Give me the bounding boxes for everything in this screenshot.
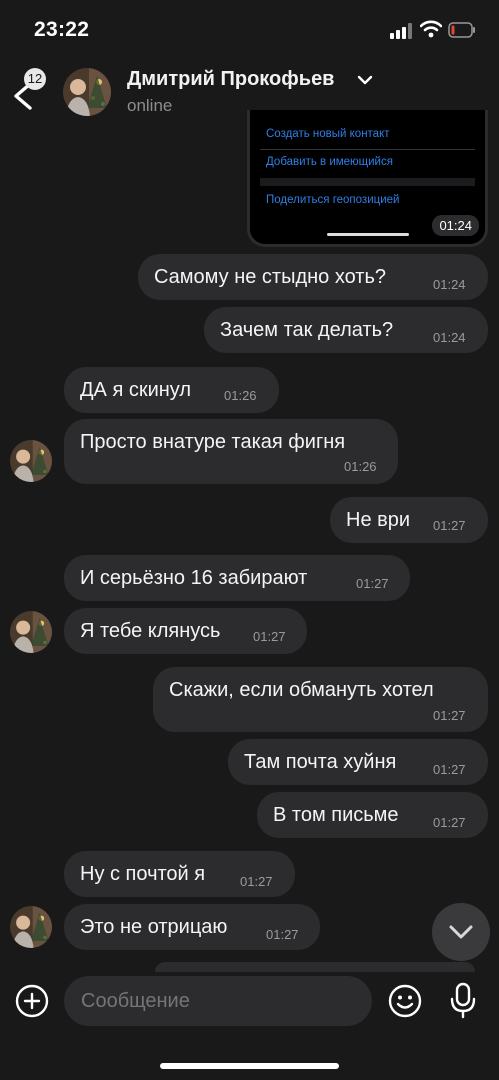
message-bubble-out[interactable]: В том письме 01:27 bbox=[257, 792, 488, 838]
message-bubble-in[interactable]: И серьёзно 16 забирают 01:27 bbox=[64, 555, 410, 601]
wifi-icon bbox=[420, 20, 442, 38]
chevron-down-icon bbox=[449, 925, 473, 939]
message-time: 01:27 bbox=[356, 576, 389, 591]
message-text: Я тебе клянусь bbox=[80, 620, 221, 642]
avatar[interactable] bbox=[10, 906, 52, 948]
message-bubble-out[interactable]: Там почта хуйня 01:27 bbox=[228, 739, 488, 785]
message-text: Это не отрицаю bbox=[80, 916, 228, 938]
message-bubble-out[interactable]: Самому не стыдно хоть? 01:24 bbox=[138, 254, 488, 300]
message-time: 01:24 bbox=[433, 330, 466, 345]
message-bubble-out bbox=[155, 962, 475, 972]
message-text: Зачем так делать? bbox=[220, 319, 394, 341]
message-bubble-out[interactable]: Скажи, если обмануть хотел 01:27 bbox=[153, 667, 488, 732]
message-text: Там почта хуйня bbox=[244, 751, 397, 773]
message-time: 01:24 bbox=[432, 215, 479, 236]
card-item-share-location: Поделиться геопозицией bbox=[266, 194, 400, 206]
card-menu: Создать новый контакт Добавить в имеющий… bbox=[260, 120, 475, 230]
message-text: Скажи, если обмануть хотел bbox=[169, 679, 434, 701]
image-message[interactable]: Создать новый контакт Добавить в имеющий… bbox=[247, 110, 488, 247]
chevron-down-icon[interactable] bbox=[357, 74, 373, 86]
home-indicator bbox=[160, 1063, 339, 1069]
message-text: Не ври bbox=[346, 509, 411, 531]
message-bubble-in[interactable]: Это не отрицаю 01:27 bbox=[64, 904, 320, 950]
message-text: Самому не стыдно хоть? bbox=[154, 266, 387, 288]
message-bubble-in[interactable]: ДА я скинул 01:26 bbox=[64, 367, 279, 413]
avatar[interactable] bbox=[10, 440, 52, 482]
message-time: 01:27 bbox=[266, 927, 299, 942]
divider bbox=[260, 149, 475, 150]
home-indicator bbox=[327, 233, 409, 236]
message-text: И серьёзно 16 забирают bbox=[80, 567, 308, 589]
message-time: 01:27 bbox=[433, 708, 466, 723]
message-bubble-in[interactable]: Просто внатуре такая фигня 01:26 bbox=[64, 419, 398, 484]
divider bbox=[260, 178, 475, 186]
avatar[interactable] bbox=[10, 611, 52, 653]
message-time: 01:27 bbox=[240, 874, 273, 889]
message-input[interactable] bbox=[64, 976, 372, 1026]
message-time: 01:27 bbox=[253, 629, 286, 644]
contact-status: online bbox=[127, 96, 173, 115]
contact-name[interactable]: Дмитрий Прокофьев bbox=[127, 68, 334, 91]
message-time: 01:27 bbox=[433, 815, 466, 830]
plus-icon[interactable] bbox=[15, 984, 49, 1018]
message-bubble-in[interactable]: Ну с почтой я 01:27 bbox=[64, 851, 295, 897]
message-time: 01:26 bbox=[344, 459, 377, 474]
unread-badge: 12 bbox=[24, 68, 46, 90]
message-time: 01:27 bbox=[433, 518, 466, 533]
message-time: 01:27 bbox=[433, 762, 466, 777]
message-bubble-in[interactable]: Я тебе клянусь 01:27 bbox=[64, 608, 307, 654]
avatar[interactable] bbox=[63, 68, 111, 116]
signal-icon bbox=[390, 23, 412, 39]
message-time: 01:24 bbox=[433, 277, 466, 292]
message-bubble-out[interactable]: Зачем так делать? 01:24 bbox=[204, 307, 488, 353]
microphone-icon[interactable] bbox=[448, 982, 478, 1020]
message-text: В том письме bbox=[273, 804, 399, 826]
battery-icon bbox=[448, 22, 475, 38]
card-item-add-existing: Добавить в имеющийся bbox=[266, 156, 393, 168]
message-text: Просто внатуре такая фигня bbox=[80, 431, 346, 453]
card-item-create-contact: Создать новый контакт bbox=[266, 128, 390, 140]
message-bubble-out[interactable]: Не ври 01:27 bbox=[330, 497, 488, 543]
message-text: ДА я скинул bbox=[80, 379, 192, 401]
message-time: 01:26 bbox=[224, 388, 257, 403]
scroll-down-button[interactable] bbox=[432, 903, 490, 961]
emoji-icon[interactable] bbox=[388, 984, 422, 1018]
status-time: 23:22 bbox=[34, 18, 90, 41]
message-text: Ну с почтой я bbox=[80, 863, 206, 885]
